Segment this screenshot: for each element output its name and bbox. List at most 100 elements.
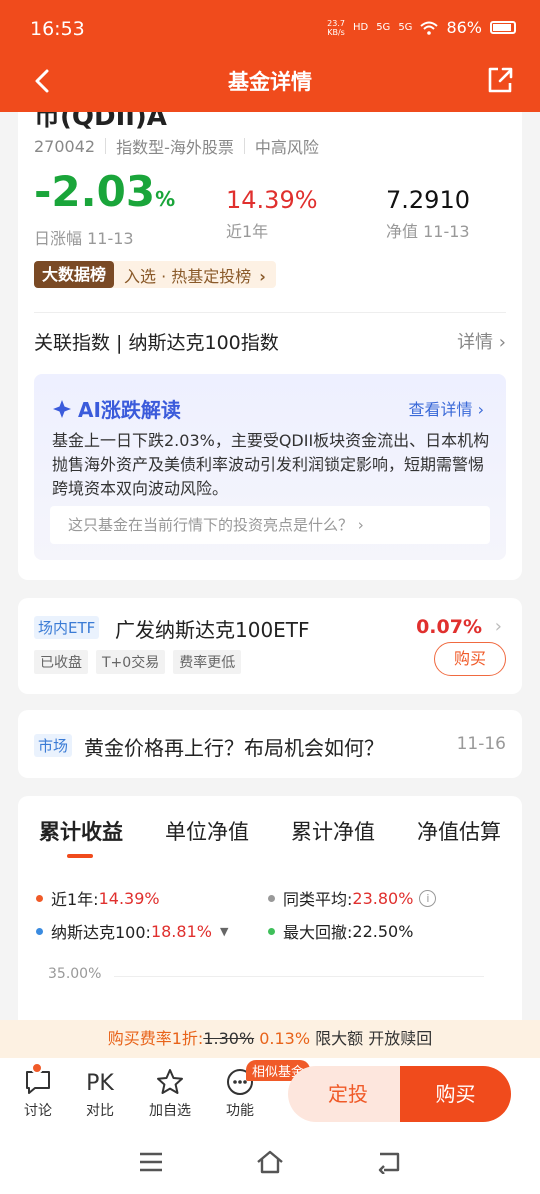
divider <box>243 138 245 154</box>
legend-peer-average: 同类平均: 23.80% i <box>268 886 437 910</box>
fee-current: 0.13% <box>259 1029 311 1048</box>
status-time: 16:53 <box>30 18 85 40</box>
etf-chip: 已收盘 <box>34 650 88 674</box>
related-index-row[interactable]: 关联指数 | 纳斯达克100指数 详情 › <box>34 328 506 358</box>
market-news-card[interactable]: 市场 黄金价格再上行？布局机会如何？ 11-16 <box>18 710 522 778</box>
daily-change-metric: -2.03% 日涨幅 11-13 <box>34 170 175 249</box>
add-watchlist-button[interactable]: 加自选 <box>145 1068 195 1120</box>
legend-dot <box>36 894 43 902</box>
chevron-right-icon: › <box>494 616 502 637</box>
ai-title: AI涨跌解读 <box>78 398 181 422</box>
related-etf-card[interactable]: 场内ETF 广发纳斯达克100ETF 0.07% › 已收盘 T+0交易 费率更… <box>18 598 522 694</box>
wifi-icon <box>420 21 439 35</box>
legend-dot <box>268 927 275 935</box>
discuss-button[interactable]: 讨论 <box>13 1068 63 1120</box>
pk-icon: PK <box>86 1071 114 1096</box>
etf-tag: 场内ETF <box>34 616 100 639</box>
dropdown-caret-icon: ▼ <box>219 924 229 938</box>
market-tag: 市场 <box>34 734 73 757</box>
auto-invest-button[interactable]: 定投 <box>288 1066 408 1122</box>
page-title: 基金详情 <box>228 70 312 94</box>
share-icon[interactable] <box>484 64 516 96</box>
chevron-right-icon: › <box>477 400 484 419</box>
home-icon[interactable] <box>256 1150 284 1174</box>
chart-tabs: 累计收益 单位净值 累计净值 净值估算 <box>18 816 522 858</box>
tab-nav-estimate[interactable]: 净值估算 <box>396 816 522 858</box>
y-axis-tick: 35.00% <box>48 966 102 982</box>
etf-chips: 已收盘 T+0交易 费率更低 <box>34 650 242 674</box>
sparkle-icon <box>53 399 71 418</box>
market-news-title: 黄金价格再上行？布局机会如何？ <box>84 736 384 760</box>
signal-icon: 5G <box>376 22 391 33</box>
compare-button[interactable]: PK 对比 <box>75 1068 125 1120</box>
bottom-action-bar: 讨论 PK 对比 加自选 功能 相似基金 定投 购买 <box>0 1058 540 1130</box>
daily-change-value: -2.03 <box>34 167 156 216</box>
related-index-text: 关联指数 | 纳斯达克100指数 <box>34 332 279 354</box>
etf-change: 0.07% <box>416 616 482 638</box>
year-return-value: 14.39% <box>226 186 318 214</box>
fund-code: 270042 <box>34 136 96 156</box>
network-speed: 23.7 KB/s <box>327 18 345 37</box>
chevron-right-icon: › <box>498 332 506 353</box>
battery-level: 86% <box>446 18 482 37</box>
active-tab-indicator <box>67 854 93 858</box>
app-header: 16:53 23.7 KB/s HD 5G 5G 86% 基金详情 <box>0 0 540 112</box>
buy-button[interactable]: 购买 <box>400 1066 511 1122</box>
status-icons: 23.7 KB/s HD 5G 5G 86% <box>327 18 516 37</box>
fund-risk: 中高风险 <box>254 138 319 157</box>
nav-value: 7.2910 <box>386 186 470 214</box>
tab-cumulative-return[interactable]: 累计收益 <box>18 816 144 858</box>
etf-chip: T+0交易 <box>96 650 166 674</box>
year-return-label: 近1年 <box>226 222 269 241</box>
big-data-ranking-badge[interactable]: 大数据榜 入选 · 热基定投榜 › <box>34 261 276 288</box>
ai-view-details-link[interactable]: 查看详情 › <box>408 396 484 420</box>
fee-suffix: 限大额 开放赎回 <box>315 1029 433 1048</box>
legend-year: 近1年: 14.39% <box>36 886 160 910</box>
system-navigation-bar <box>0 1130 540 1194</box>
fund-summary-card: 币(QDII)A 270042 指数型-海外股票 中高风险 -2.03% 日涨幅… <box>18 112 522 580</box>
chevron-right-icon: › <box>357 516 364 534</box>
chevron-right-icon: › <box>259 266 266 286</box>
back-icon[interactable] <box>376 1150 404 1174</box>
performance-chart-card: 累计收益 单位净值 累计净值 净值估算 近1年: 14.39% 同类平均: 23.8… <box>18 796 522 1036</box>
purchase-fee-bar: 购买费率1折:1.30% 0.13% 限大额 开放赎回 <box>0 1020 540 1058</box>
fund-type: 指数型-海外股票 <box>116 138 234 157</box>
fee-prefix: 购买费率1折: <box>107 1029 204 1048</box>
menu-icon[interactable] <box>138 1150 164 1174</box>
hd-icon: HD <box>352 22 369 33</box>
legend-index[interactable]: 纳斯达克100: 18.81% ▼ <box>36 919 228 943</box>
daily-change-unit: % <box>155 187 176 211</box>
star-icon <box>157 1069 183 1094</box>
ranking-text: 入选 · 热基定投榜 <box>124 266 252 286</box>
big-data-tag: 大数据榜 <box>34 261 115 288</box>
nav-metric: 7.2910 净值 11-13 <box>386 186 470 242</box>
etf-name: 广发纳斯达克100ETF <box>115 618 310 642</box>
legend-dot <box>268 894 275 902</box>
notification-dot <box>31 1062 43 1074</box>
etf-buy-button[interactable]: 购买 <box>434 642 506 676</box>
ai-analysis-text: 基金上一日下跌2.03%，主要受QDII板块资金流出、日本机构抛售海外资产及美债… <box>52 431 490 498</box>
tab-unit-nav[interactable]: 单位净值 <box>144 816 270 858</box>
info-icon[interactable]: i <box>419 889 437 907</box>
fee-original: 1.30% <box>203 1029 255 1048</box>
ai-analysis-box: AI涨跌解读 查看详情 › 基金上一日下跌2.03%，主要受QDII板块资金流出… <box>34 374 506 560</box>
legend-max-drawdown: 最大回撤: 22.50% <box>268 919 413 943</box>
market-news-date: 11-16 <box>456 734 506 754</box>
fund-name: 币(QDII)A <box>34 112 167 132</box>
index-detail-link: 详情 <box>457 332 494 353</box>
chart-gridline <box>114 976 484 977</box>
ai-suggested-question[interactable]: 这只基金在当前行情下的投资亮点是什么？ › <box>50 506 490 544</box>
status-bar: 16:53 23.7 KB/s HD 5G 5G 86% <box>0 0 540 58</box>
daily-change-label: 日涨幅 11-13 <box>34 229 134 248</box>
divider <box>34 312 506 313</box>
etf-chip: 费率更低 <box>173 650 242 674</box>
fund-meta: 270042 指数型-海外股票 中高风险 <box>34 134 319 158</box>
year-return-metric: 14.39% 近1年 <box>226 186 318 242</box>
tab-cumulative-nav[interactable]: 累计净值 <box>270 816 396 858</box>
nav-label: 净值 11-13 <box>386 222 470 241</box>
signal-icon-2: 5G <box>398 22 413 33</box>
divider <box>105 138 107 154</box>
nav-bar: 基金详情 <box>0 58 540 104</box>
legend-dot <box>36 927 43 935</box>
battery-icon <box>490 21 516 34</box>
